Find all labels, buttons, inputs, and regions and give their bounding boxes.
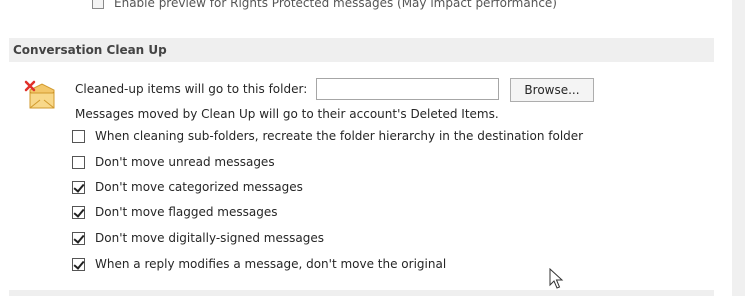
option-reply-modifies[interactable]: When a reply modifies a message, don't m…	[72, 257, 446, 271]
option-label: When a reply modifies a message, don't m…	[95, 257, 447, 271]
option-label: Don't move flagged messages	[95, 205, 278, 219]
checkbox-dont-move-unread[interactable]	[72, 155, 85, 169]
option-dont-move-unread[interactable]: Don't move unread messages	[72, 155, 275, 169]
section-title: Conversation Clean Up	[13, 43, 167, 57]
option-dont-move-signed[interactable]: Don't move digitally-signed messages	[72, 231, 324, 245]
option-recreate-hierarchy[interactable]: When cleaning sub-folders, recreate the …	[72, 129, 583, 143]
checkbox-dont-move-flagged[interactable]	[72, 205, 85, 219]
section-header-conversation-cleanup: Conversation Clean Up	[9, 38, 714, 62]
option-label: Don't move digitally-signed messages	[95, 231, 324, 245]
next-section-header	[9, 290, 714, 296]
checkbox-dont-move-signed[interactable]	[72, 231, 85, 245]
option-dont-move-categorized[interactable]: Don't move categorized messages	[72, 180, 303, 194]
preview-rights-protected-label: Enable preview for Rights Protected mess…	[114, 0, 557, 10]
right-scroll-strip	[732, 0, 745, 296]
option-label: Don't move unread messages	[95, 155, 275, 169]
cleanup-info-row: Messages moved by Clean Up will go to th…	[75, 107, 499, 121]
cleanup-info-text: Messages moved by Clean Up will go to th…	[75, 107, 499, 121]
option-label: Don't move categorized messages	[95, 180, 303, 194]
preview-rights-protected-checkbox[interactable]	[92, 0, 104, 9]
option-label: When cleaning sub-folders, recreate the …	[95, 129, 584, 143]
checkbox-reply-modifies[interactable]	[72, 257, 85, 271]
mouse-pointer-icon	[549, 268, 564, 289]
cleanup-folder-input[interactable]	[316, 78, 499, 100]
preview-rights-protected-option[interactable]: Enable preview for Rights Protected mess…	[92, 0, 557, 13]
envelope-folder-with-red-x-icon	[24, 80, 55, 109]
browse-button-label: Browse...	[524, 83, 580, 97]
cleanup-folder-label: Cleaned-up items will go to this folder:	[75, 82, 308, 96]
browse-button[interactable]: Browse...	[510, 78, 594, 102]
checkbox-recreate-hierarchy[interactable]	[72, 129, 85, 143]
checkbox-dont-move-categorized[interactable]	[72, 180, 85, 194]
option-dont-move-flagged[interactable]: Don't move flagged messages	[72, 205, 277, 219]
cleanup-folder-row: Cleaned-up items will go to this folder:	[75, 82, 307, 96]
